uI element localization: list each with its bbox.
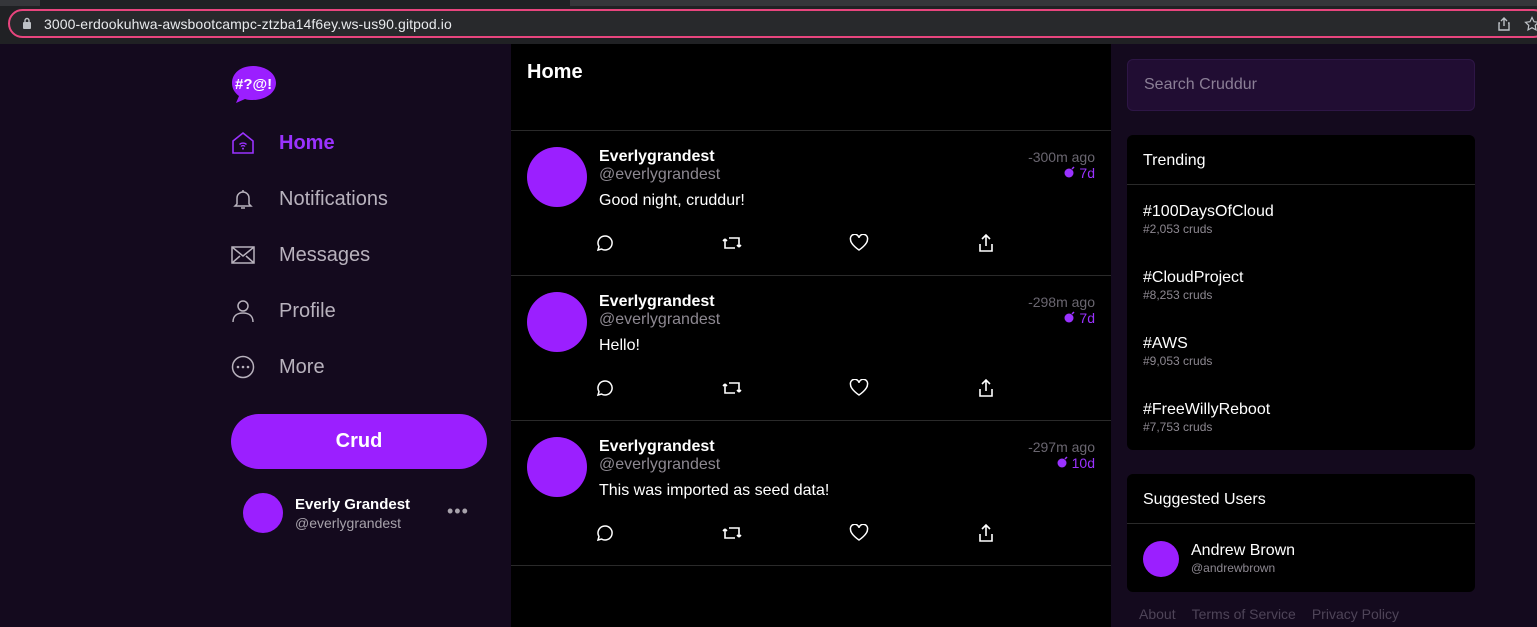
nav-item-label: Messages: [279, 243, 371, 266]
about-link[interactable]: About: [1139, 606, 1176, 622]
post-handle[interactable]: @everlygrandest: [599, 311, 720, 329]
logo-text: #?@!: [235, 76, 272, 93]
trending-box: Trending #100DaysOfCloud #2,053 cruds #C…: [1127, 135, 1475, 450]
bomb-icon: [1057, 455, 1069, 471]
post-expiry-value: 7d: [1079, 310, 1095, 326]
post-timestamp: -300m ago: [1028, 149, 1095, 165]
avatar[interactable]: [527, 147, 587, 207]
reply-icon[interactable]: [595, 233, 615, 253]
active-tab[interactable]: [40, 0, 570, 6]
trend-tag: #100DaysOfCloud: [1143, 203, 1274, 220]
post-handle[interactable]: @everlygrandest: [599, 166, 720, 184]
cruddur-logo[interactable]: #?@!: [231, 64, 279, 104]
current-user[interactable]: Everly Grandest @everlygrandest •••: [243, 493, 483, 537]
trend-count: #7,753 cruds: [1143, 420, 1213, 434]
trend-count: #8,253 cruds: [1143, 288, 1213, 302]
repost-icon[interactable]: [722, 378, 742, 398]
share-icon[interactable]: [976, 378, 996, 398]
nav-item-label: More: [279, 355, 325, 378]
like-icon[interactable]: [849, 233, 869, 253]
person-icon: [231, 299, 255, 323]
post-message: Hello!: [599, 337, 640, 354]
repost-icon[interactable]: [722, 523, 742, 543]
bell-icon: [231, 187, 255, 211]
reply-icon[interactable]: [595, 378, 615, 398]
post-expiry: 7d: [1064, 165, 1095, 181]
left-navigation: #?@! Home Notifications Messages Profile…: [0, 44, 511, 627]
browser-toolbar: 3000-erdookuhwa-awsbootcampc-ztzba14f6ey…: [0, 0, 1537, 44]
privacy-link[interactable]: Privacy Policy: [1312, 606, 1399, 622]
address-bar[interactable]: 3000-erdookuhwa-awsbootcampc-ztzba14f6ey…: [8, 9, 1537, 38]
post[interactable]: Everlygrandest @everlygrandest Hello! -298m…: [511, 276, 1111, 421]
nav-item-notifications[interactable]: Notifications: [231, 184, 491, 214]
trend-item[interactable]: #100DaysOfCloud #2,053 cruds: [1143, 203, 1274, 243]
lock-icon: [23, 17, 31, 29]
bookmark-star-icon[interactable]: [1524, 16, 1537, 32]
post-timestamp: -298m ago: [1028, 294, 1095, 310]
nav-item-label: Profile: [279, 299, 336, 322]
right-sidebar: Trending #100DaysOfCloud #2,053 cruds #C…: [1111, 44, 1537, 627]
post-expiry-value: 7d: [1079, 165, 1095, 181]
post-expiry-value: 10d: [1071, 455, 1095, 471]
footer-links: About Terms of Service Privacy Policy: [1139, 606, 1399, 622]
post[interactable]: Everlygrandest @everlygrandest This was im…: [511, 421, 1111, 566]
post-message: Good night, cruddur!: [599, 192, 745, 209]
post-handle[interactable]: @everlygrandest: [599, 456, 720, 474]
like-icon[interactable]: [849, 523, 869, 543]
terms-link[interactable]: Terms of Service: [1192, 606, 1296, 622]
crud-button[interactable]: Crud: [231, 414, 487, 469]
home-feed: Home Everlygrandest @everlygrandest Good n…: [511, 44, 1111, 627]
suggested-user-handle: @andrewbrown: [1191, 561, 1276, 575]
bomb-icon: [1064, 310, 1076, 326]
avatar[interactable]: [527, 292, 587, 352]
user-menu-button[interactable]: •••: [447, 501, 469, 522]
nav-item-more[interactable]: More: [231, 352, 491, 382]
trend-tag: #AWS: [1143, 335, 1188, 352]
share-page-icon[interactable]: [1496, 16, 1512, 32]
post-message: This was imported as seed data!: [599, 482, 830, 499]
repost-icon[interactable]: [722, 233, 742, 253]
avatar[interactable]: [527, 437, 587, 497]
suggested-users-box: Suggested Users Andrew Brown @andrewbrow…: [1127, 474, 1475, 592]
current-user-handle: @everlygrandest: [295, 515, 402, 531]
post-display-name[interactable]: Everlygrandest: [599, 148, 715, 166]
envelope-icon: [231, 243, 255, 267]
bomb-icon: [1064, 165, 1076, 181]
avatar[interactable]: [1143, 541, 1179, 577]
trending-title: Trending: [1127, 135, 1475, 185]
share-icon[interactable]: [976, 233, 996, 253]
trend-count: #9,053 cruds: [1143, 354, 1213, 368]
post-timestamp: -297m ago: [1028, 439, 1095, 455]
home-icon: [231, 131, 255, 155]
post-display-name[interactable]: Everlygrandest: [599, 438, 715, 456]
page-title: Home: [527, 61, 583, 83]
share-icon[interactable]: [976, 523, 996, 543]
current-user-name: Everly Grandest: [295, 496, 411, 513]
nav-item-label: Notifications: [279, 187, 388, 210]
nav-item-label: Home: [279, 131, 335, 154]
nav-item-messages[interactable]: Messages: [231, 240, 491, 270]
feed-header: Home: [511, 44, 1111, 131]
suggested-user-name[interactable]: Andrew Brown: [1191, 542, 1295, 560]
search-input[interactable]: [1127, 59, 1475, 111]
trend-count: #2,053 cruds: [1143, 222, 1213, 236]
avatar: [243, 493, 283, 533]
trend-tag: #FreeWillyReboot: [1143, 401, 1271, 418]
url-text[interactable]: 3000-erdookuhwa-awsbootcampc-ztzba14f6ey…: [44, 16, 452, 32]
reply-icon[interactable]: [595, 523, 615, 543]
trend-item[interactable]: #FreeWillyReboot #7,753 cruds: [1143, 401, 1270, 441]
post-expiry: 10d: [1057, 455, 1095, 471]
trend-item[interactable]: #CloudProject #8,253 cruds: [1143, 269, 1244, 309]
suggested-users-title: Suggested Users: [1127, 474, 1475, 524]
nav-item-profile[interactable]: Profile: [231, 296, 491, 326]
post-display-name[interactable]: Everlygrandest: [599, 293, 715, 311]
trend-tag: #CloudProject: [1143, 269, 1244, 286]
like-icon[interactable]: [849, 378, 869, 398]
post-expiry: 7d: [1064, 310, 1095, 326]
more-circle-icon: [231, 355, 255, 379]
post[interactable]: Everlygrandest @everlygrandest Good night,…: [511, 131, 1111, 276]
trend-item[interactable]: #AWS #9,053 cruds: [1143, 335, 1212, 375]
nav-item-home[interactable]: Home: [231, 128, 491, 158]
